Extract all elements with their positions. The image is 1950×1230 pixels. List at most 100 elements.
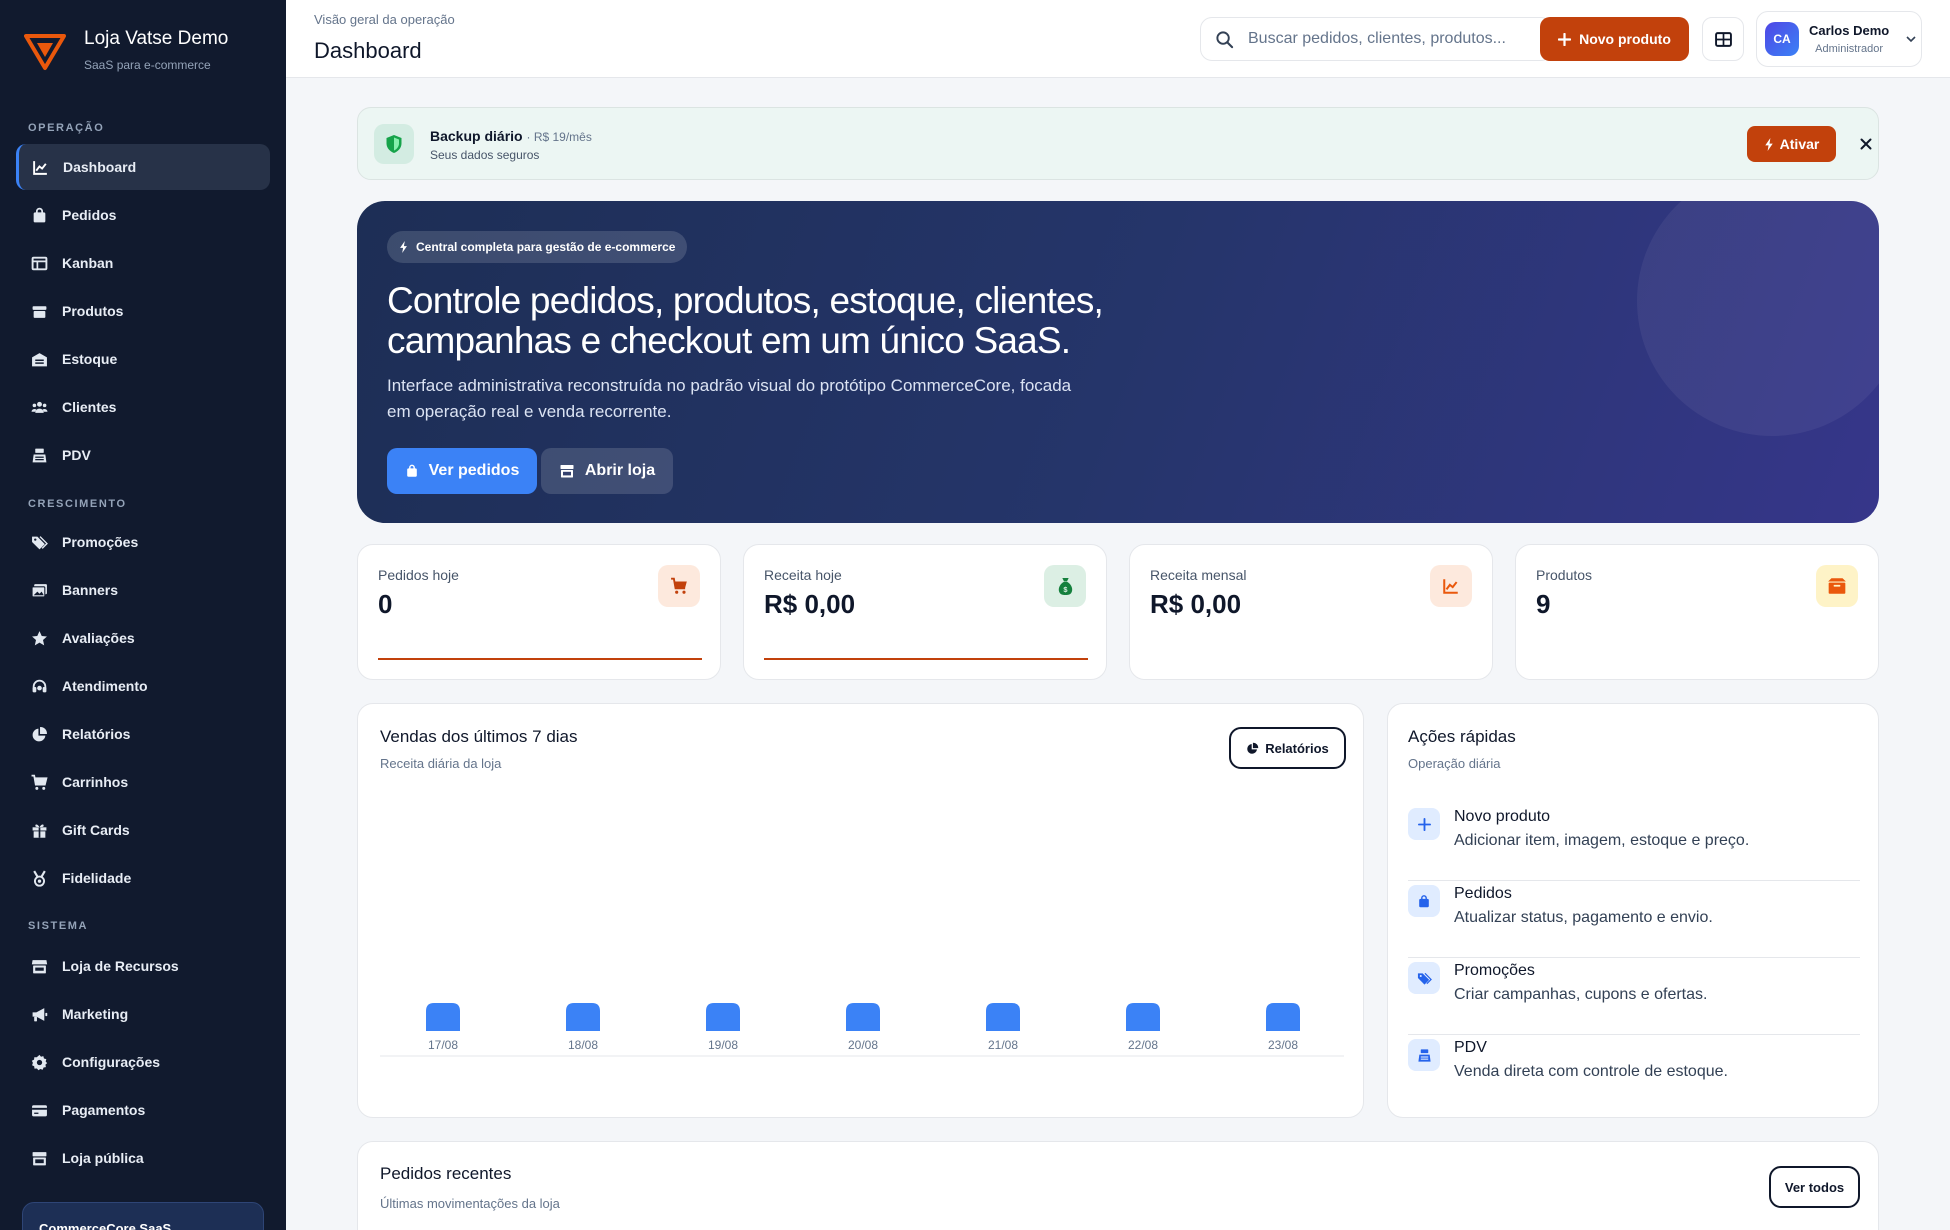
user-name: Carlos Demo — [1809, 23, 1890, 38]
sidebar-item-estoque[interactable]: Estoque — [16, 336, 270, 382]
sidebar-item-pedidos[interactable]: Pedidos — [16, 192, 270, 238]
stat-progress-line — [378, 658, 702, 660]
sidebar-item-marketing[interactable]: Marketing — [16, 991, 270, 1037]
sidebar-item-dashboard[interactable]: Dashboard — [16, 144, 270, 190]
action-icon-wrap — [1408, 885, 1440, 917]
sidebar-item-banners[interactable]: Banners — [16, 567, 270, 613]
action-description: Venda direta com controle de estoque. — [1454, 1063, 1728, 1080]
sidebar-item-atendimento[interactable]: Atendimento — [16, 663, 270, 709]
action-icon-wrap — [1408, 962, 1440, 994]
sidebar-item-gift-cards[interactable]: Gift Cards — [16, 807, 270, 853]
activate-backup-button[interactable]: Ativar — [1747, 126, 1836, 162]
sidebar-item-configuracoes[interactable]: Configurações — [16, 1039, 270, 1085]
chart-bar[interactable] — [426, 1003, 460, 1031]
cash-register-icon — [1417, 1048, 1431, 1062]
shopping-bag-icon — [33, 207, 46, 222]
backup-title: Backup diário · R$ 19/mês — [430, 128, 592, 144]
sidebar-item-promocoes[interactable]: Promoções — [16, 519, 270, 565]
money-bag-icon: $ — [1058, 577, 1072, 595]
sales-subtitle: Receita diária da loja — [380, 756, 502, 771]
open-store-button[interactable]: Abrir loja — [541, 448, 673, 494]
sidebar-item-pdv[interactable]: PDV — [16, 432, 270, 478]
chart-bar[interactable] — [566, 1003, 600, 1031]
stat-progress-line — [764, 658, 1088, 660]
sidebar-item-kanban[interactable]: Kanban — [16, 240, 270, 286]
view-orders-button[interactable]: Ver pedidos — [387, 448, 537, 494]
quick-action-orders[interactable]: Pedidos Atualizar status, pagamento e en… — [1408, 881, 1860, 958]
backup-icon-wrap — [374, 124, 414, 164]
action-icon-wrap — [1408, 1039, 1440, 1071]
stat-icon-wrap — [658, 565, 700, 607]
hero-title: Controle pedidos, produtos, estoque, cli… — [387, 280, 1104, 361]
sidebar-item-label: Clientes — [62, 399, 117, 415]
stat-card-orders-today: Pedidos hoje 0 — [357, 544, 721, 680]
stat-icon-wrap: $ — [1044, 565, 1086, 607]
sidebar-item-label: Produtos — [62, 303, 124, 319]
stat-card-revenue-today: Receita hoje R$ 0,00 $ — [743, 544, 1107, 680]
quick-action-pdv[interactable]: PDV Venda direta com controle de estoque… — [1408, 1035, 1860, 1112]
sidebar-item-loja-publica[interactable]: Loja pública — [16, 1135, 270, 1181]
reports-button[interactable]: Relatórios — [1229, 727, 1346, 769]
sidebar-item-loja-de-recursos[interactable]: Loja de Recursos — [16, 943, 270, 989]
store-icon — [31, 959, 48, 973]
sidebar-footer-card[interactable]: CommerceCore SaaS — [22, 1202, 264, 1230]
box-icon — [1828, 578, 1846, 594]
new-product-button[interactable]: Novo produto — [1540, 17, 1689, 61]
shield-icon — [386, 135, 402, 153]
view-all-orders-button[interactable]: Ver todos — [1769, 1166, 1860, 1208]
backup-subtitle: Seus dados seguros — [430, 148, 540, 162]
recent-subtitle: Últimas movimentações da loja — [380, 1196, 560, 1211]
stat-label: Pedidos hoje — [378, 567, 459, 583]
sidebar-item-label: Dashboard — [63, 159, 137, 175]
chart-bar[interactable] — [846, 1003, 880, 1031]
brand-subtitle: SaaS para e-commerce — [84, 58, 211, 72]
star-icon — [32, 630, 47, 645]
reports-label: Relatórios — [1265, 740, 1329, 756]
quick-action-new-product[interactable]: Novo produto Adicionar item, imagem, est… — [1408, 804, 1860, 881]
sidebar-item-label: Avaliações — [62, 630, 135, 646]
sidebar-item-fidelidade[interactable]: Fidelidade — [16, 855, 270, 901]
sidebar-item-avaliacoes[interactable]: Avaliações — [16, 615, 270, 661]
gift-icon — [32, 823, 47, 838]
view-orders-label: Ver pedidos — [428, 462, 520, 479]
recent-orders-card: Pedidos recentes Últimas movimentações d… — [357, 1141, 1879, 1230]
warehouse-icon — [32, 352, 47, 366]
sidebar-item-clientes[interactable]: Clientes — [16, 384, 270, 430]
logo-icon — [24, 34, 66, 70]
chart-bar[interactable] — [1266, 1003, 1300, 1031]
search-box[interactable] — [1200, 17, 1553, 61]
actions-title: Ações rápidas — [1408, 727, 1516, 746]
sidebar-item-label: Promoções — [62, 534, 139, 550]
action-title: PDV — [1454, 1039, 1487, 1056]
user-menu[interactable]: CA Carlos Demo Administrador — [1756, 11, 1922, 67]
chart-bar[interactable] — [1126, 1003, 1160, 1031]
quick-action-promotions[interactable]: Promoções Criar campanhas, cupons e ofer… — [1408, 958, 1860, 1035]
sidebar-item-pagamentos[interactable]: Pagamentos — [16, 1087, 270, 1133]
box-icon — [32, 305, 47, 318]
sidebar-item-label: Relatórios — [62, 726, 131, 742]
sidebar-item-carrinhos[interactable]: Carrinhos — [16, 759, 270, 805]
sidebar-item-label: Estoque — [62, 351, 118, 367]
plus-icon — [1417, 817, 1431, 831]
shopping-bag-icon — [1419, 894, 1429, 907]
stat-card-products: Produtos 9 — [1515, 544, 1879, 680]
brand[interactable]: Loja Vatse Demo SaaS para e-commerce — [24, 24, 228, 74]
actions-subtitle: Operação diária — [1408, 756, 1501, 771]
cart-icon — [31, 774, 48, 790]
stat-label: Produtos — [1536, 567, 1593, 583]
stat-label: Receita mensal — [1150, 567, 1247, 583]
action-description: Adicionar item, imagem, estoque e preço. — [1454, 832, 1750, 849]
chart-bar[interactable] — [706, 1003, 740, 1031]
hero-decorative-circle — [1637, 201, 1879, 436]
close-banner-button[interactable] — [1852, 130, 1880, 158]
users-icon — [31, 401, 48, 413]
sidebar-item-label: Gift Cards — [62, 822, 130, 838]
chart-tick-label: 21/08 — [988, 1038, 1018, 1052]
activate-label: Ativar — [1779, 136, 1820, 152]
search-input[interactable] — [1248, 30, 1508, 48]
chart-bar[interactable] — [986, 1003, 1020, 1031]
sidebar-item-produtos[interactable]: Produtos — [16, 288, 270, 334]
layout-toggle-button[interactable] — [1702, 17, 1744, 61]
sidebar-item-relatorios[interactable]: Relatórios — [16, 711, 270, 757]
stat-value: 0 — [378, 589, 393, 619]
